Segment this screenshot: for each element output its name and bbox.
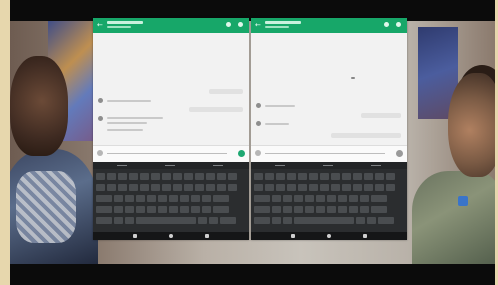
key-row-4[interactable] bbox=[96, 206, 229, 213]
send-icon[interactable] bbox=[396, 150, 403, 157]
tablet-right: ← bbox=[251, 18, 407, 240]
key-row-5[interactable] bbox=[96, 217, 236, 224]
suggestion-strip[interactable] bbox=[93, 162, 249, 169]
nav-recents-icon[interactable] bbox=[363, 234, 367, 238]
incoming-message bbox=[265, 105, 295, 107]
conversation-title bbox=[265, 21, 301, 24]
search-icon[interactable] bbox=[226, 22, 231, 27]
system-nav-bar bbox=[93, 232, 249, 240]
incoming-message bbox=[107, 100, 151, 102]
conversation-subtitle bbox=[265, 26, 289, 28]
status-dot bbox=[351, 77, 355, 79]
message-list bbox=[251, 33, 407, 145]
conversation-title bbox=[107, 21, 143, 24]
more-vert-icon[interactable] bbox=[238, 22, 243, 27]
message-composer[interactable] bbox=[251, 145, 407, 162]
incoming-message bbox=[265, 123, 289, 125]
key-row-5[interactable] bbox=[254, 217, 394, 224]
incoming-message bbox=[107, 117, 163, 119]
person-right-head bbox=[448, 73, 495, 177]
message-input[interactable] bbox=[107, 153, 227, 154]
back-arrow-icon[interactable]: ← bbox=[255, 21, 261, 29]
name-badge bbox=[458, 196, 468, 206]
nav-back-icon[interactable] bbox=[291, 234, 295, 238]
key-row-2[interactable] bbox=[96, 184, 237, 191]
letterbox-bottom bbox=[10, 264, 495, 285]
person-right-body bbox=[412, 171, 495, 270]
key-row-3[interactable] bbox=[96, 195, 229, 202]
contact-avatar bbox=[98, 98, 103, 103]
message-input[interactable] bbox=[265, 153, 385, 154]
key-row-4[interactable] bbox=[254, 206, 387, 213]
back-arrow-icon[interactable]: ← bbox=[97, 21, 103, 29]
nav-recents-icon[interactable] bbox=[205, 234, 209, 238]
key-row-2[interactable] bbox=[254, 184, 395, 191]
message-list bbox=[93, 33, 249, 145]
tablet-left: ← bbox=[93, 18, 249, 240]
outgoing-message bbox=[331, 133, 401, 138]
contact-avatar bbox=[256, 103, 261, 108]
attach-icon[interactable] bbox=[255, 150, 261, 156]
nav-back-icon[interactable] bbox=[133, 234, 137, 238]
search-icon[interactable] bbox=[384, 22, 389, 27]
send-icon[interactable] bbox=[238, 150, 245, 157]
nav-home-icon[interactable] bbox=[327, 234, 331, 238]
incoming-message bbox=[107, 129, 143, 131]
onscreen-keyboard[interactable] bbox=[251, 162, 407, 232]
person-left-scarf bbox=[16, 171, 76, 243]
message-composer[interactable] bbox=[93, 145, 249, 162]
incoming-message bbox=[107, 122, 147, 124]
outgoing-message bbox=[361, 113, 401, 118]
outgoing-message bbox=[209, 89, 243, 94]
key-row-1[interactable] bbox=[254, 173, 395, 180]
app-bar: ← bbox=[251, 18, 407, 33]
key-row-3[interactable] bbox=[254, 195, 387, 202]
system-nav-bar bbox=[251, 232, 407, 240]
attach-icon[interactable] bbox=[97, 150, 103, 156]
contact-avatar bbox=[256, 121, 261, 126]
person-left-head bbox=[10, 56, 68, 156]
conversation-subtitle bbox=[107, 26, 131, 28]
suggestion-strip[interactable] bbox=[251, 162, 407, 169]
outgoing-message bbox=[189, 107, 243, 112]
key-row-1[interactable] bbox=[96, 173, 237, 180]
nav-home-icon[interactable] bbox=[169, 234, 173, 238]
app-bar: ← bbox=[93, 18, 249, 33]
contact-avatar bbox=[98, 116, 103, 121]
more-vert-icon[interactable] bbox=[396, 22, 401, 27]
onscreen-keyboard[interactable] bbox=[93, 162, 249, 232]
